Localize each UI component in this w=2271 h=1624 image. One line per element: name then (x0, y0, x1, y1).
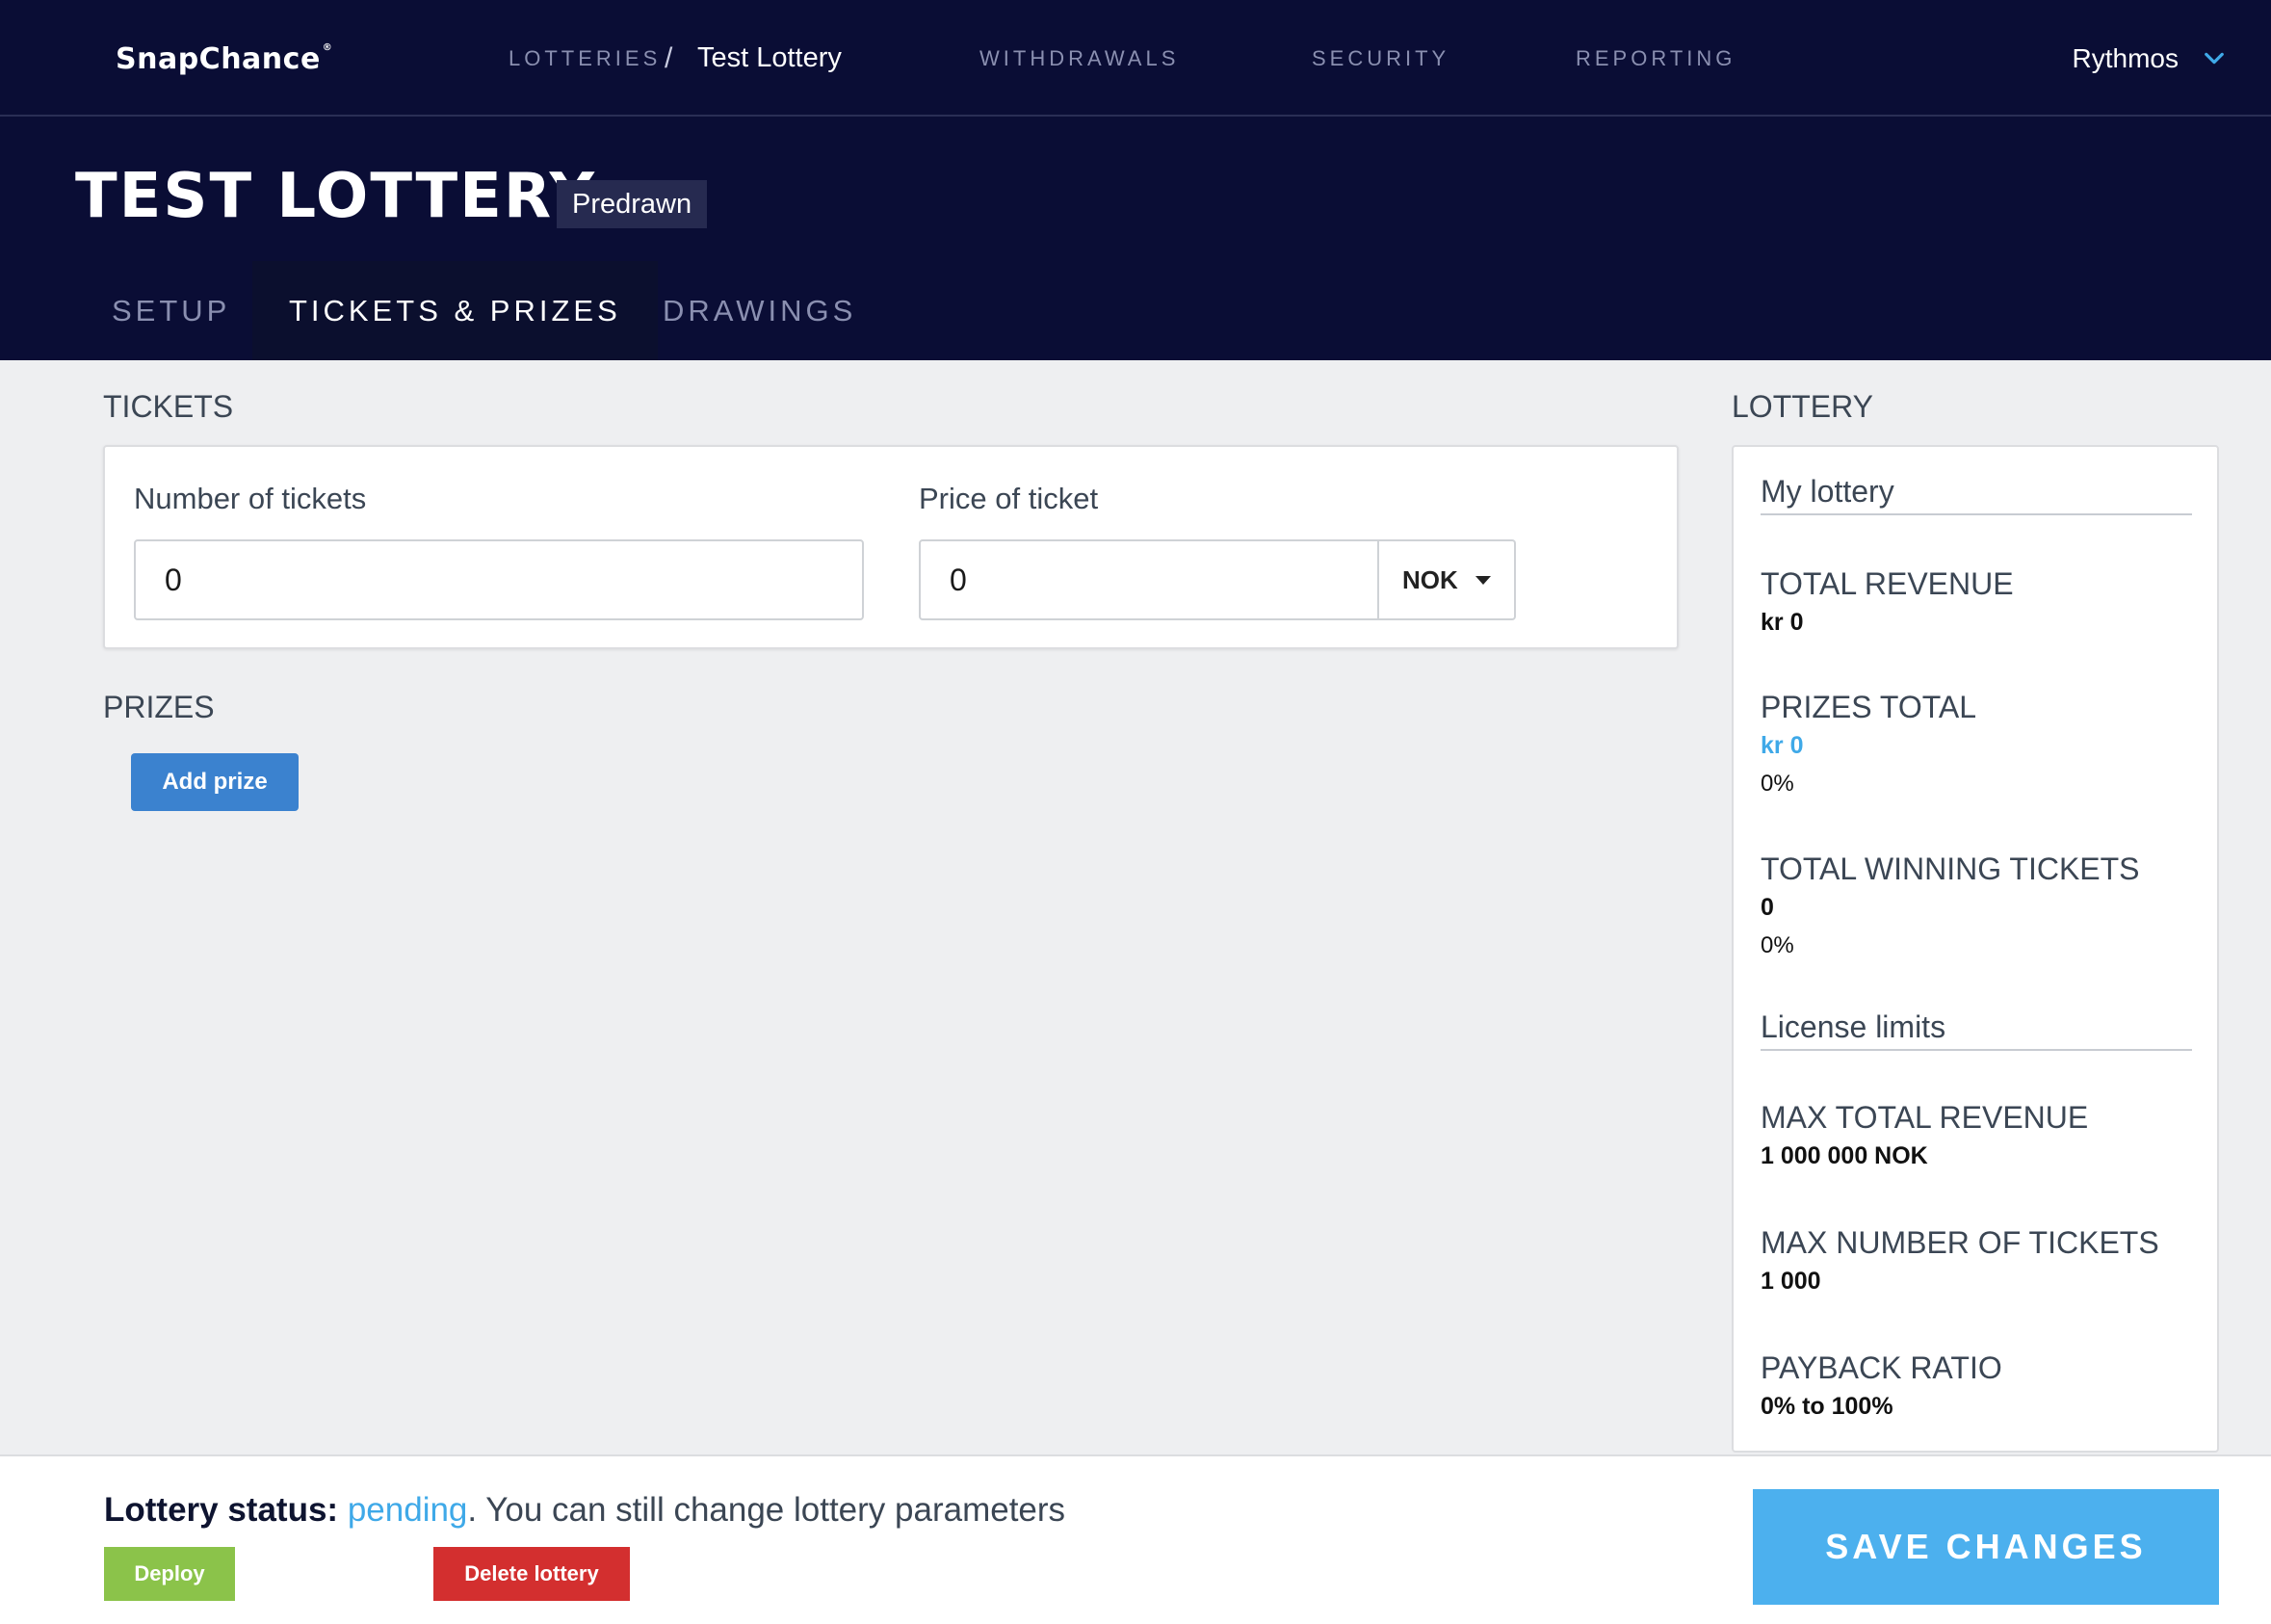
lottery-heading: LOTTERY (1732, 389, 1873, 424)
page-title: TEST LOTTERY (75, 161, 596, 232)
breadcrumb-current-lottery[interactable]: Test Lottery (697, 0, 842, 117)
lottery-header: TEST LOTTERY Predrawn SETUP TICKETS & PR… (0, 117, 2271, 360)
logo-text: SnapChance (116, 42, 321, 76)
prizes-total-percent: 0% (1761, 771, 1794, 797)
my-lottery-subheading: My lottery (1761, 474, 2192, 515)
lottery-summary-card: My lottery TOTAL REVENUE kr 0 PRIZES TOT… (1732, 445, 2219, 1453)
prizes-total-label: PRIZES TOTAL (1761, 690, 1977, 724)
tickets-heading: TICKETS (103, 389, 234, 424)
prizes-total-value: kr 0 (1761, 732, 1804, 759)
license-limits-subheading: License limits (1761, 1009, 2192, 1051)
breadcrumb-separator: / (665, 42, 673, 74)
tab-tickets-prizes[interactable]: TICKETS & PRIZES (252, 261, 658, 360)
snapchance-logo[interactable]: SnapChance ® (116, 42, 332, 76)
user-menu[interactable]: Rythmos (2073, 0, 2225, 117)
currency-value: NOK (1402, 564, 1458, 594)
number-of-tickets-input[interactable]: 0 (134, 539, 864, 620)
price-of-ticket-label: Price of ticket (919, 482, 1099, 515)
total-winning-tickets-label: TOTAL WINNING TICKETS (1761, 851, 2140, 886)
price-of-ticket-input[interactable]: 0 (919, 539, 1379, 620)
bottom-action-bar: Lottery status: pending. You can still c… (0, 1454, 2271, 1624)
top-navigation: SnapChance ® LOTTERIES / Test Lottery WIT… (0, 0, 2271, 117)
nav-security[interactable]: SECURITY (1312, 0, 1449, 117)
currency-select[interactable]: NOK (1379, 539, 1516, 620)
tab-drawings[interactable]: DRAWINGS (626, 261, 893, 360)
prizes-heading: PRIZES (103, 690, 215, 724)
nav-reporting[interactable]: REPORTING (1576, 0, 1736, 117)
max-number-of-tickets-value: 1 000 (1761, 1268, 1821, 1295)
tickets-card: Number of tickets 0 Price of ticket 0 NO… (103, 445, 1679, 649)
tab-setup[interactable]: SETUP (75, 261, 267, 360)
max-total-revenue-label: MAX TOTAL REVENUE (1761, 1100, 2089, 1135)
total-winning-tickets-percent: 0% (1761, 932, 1794, 958)
add-prize-button[interactable]: Add prize (131, 753, 299, 811)
max-total-revenue-value: 1 000 000 NOK (1761, 1142, 1928, 1169)
caret-down-icon (1475, 575, 1491, 585)
total-revenue-value: kr 0 (1761, 609, 1804, 636)
nav-withdrawals[interactable]: WITHDRAWALS (979, 0, 1179, 117)
logo-registered-mark: ® (322, 42, 333, 53)
lottery-status-value: pending (347, 1491, 468, 1529)
max-number-of-tickets-label: MAX NUMBER OF TICKETS (1761, 1225, 2159, 1260)
delete-lottery-button[interactable]: Delete lottery (433, 1547, 630, 1601)
deploy-button[interactable]: Deploy (104, 1547, 235, 1601)
lottery-status-line: Lottery status: pending. You can still c… (104, 1491, 1065, 1530)
lottery-type-badge: Predrawn (557, 180, 708, 228)
total-revenue-label: TOTAL REVENUE (1761, 566, 2014, 601)
payback-ratio-label: PAYBACK RATIO (1761, 1350, 2002, 1385)
save-changes-button[interactable]: SAVE CHANGES (1753, 1489, 2219, 1605)
total-winning-tickets-value: 0 (1761, 894, 1774, 921)
number-of-tickets-label: Number of tickets (134, 482, 367, 515)
nav-lotteries[interactable]: LOTTERIES (509, 0, 661, 117)
user-name: Rythmos (2072, 42, 2179, 73)
lottery-status-label: Lottery status: (104, 1491, 339, 1529)
payback-ratio-value: 0% to 100% (1761, 1393, 1893, 1420)
chevron-down-icon (2205, 52, 2224, 64)
lottery-status-note: . You can still change lottery parameter… (467, 1491, 1066, 1529)
